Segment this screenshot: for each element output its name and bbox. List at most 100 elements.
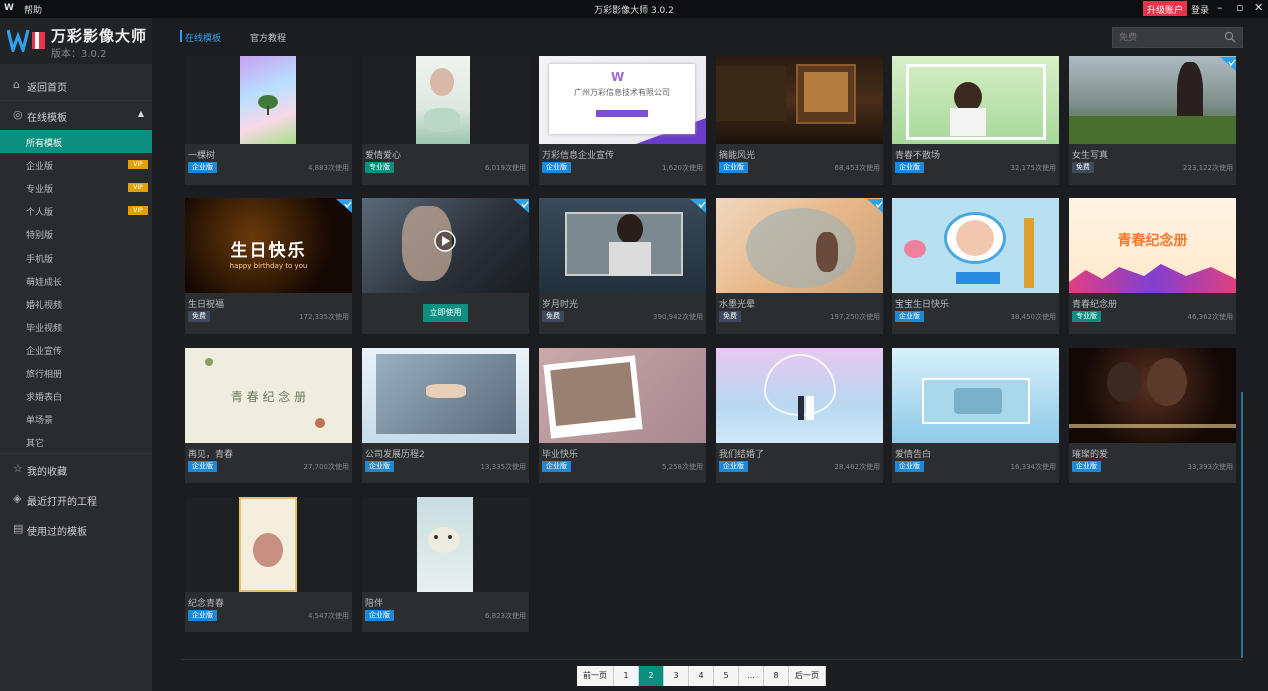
template-thumbnail[interactable]: W 广州万彩信息技术有限公司 [539,56,706,144]
tab-online-templates[interactable]: 在线模板 [185,31,221,44]
prev-page-button[interactable]: 前一页 [577,666,614,686]
usage-count: 1,620次使用 [661,164,703,172]
template-title: 璀璨的爱 [1072,450,1109,460]
thumb-text: 生日快乐 [230,241,307,261]
template-thumbnail[interactable] [539,198,706,293]
template-thumbnail[interactable] [716,348,883,443]
template-thumbnail[interactable]: 青 春 纪 念 册 [185,348,352,443]
template-thumbnail[interactable] [362,497,529,592]
template-card[interactable]: 毕业快乐 企业版 5,258次使用 [539,348,706,483]
use-now-button[interactable]: 立即使用 [423,304,468,322]
sidebar: 万彩影像大师 版本：3.0.2 ⌂ 返回首页 ◎ 在线模板 ▲ ☆ 我的收藏 ◈… [0,18,152,691]
login-button[interactable]: 登录 [1191,3,1209,16]
template-thumbnail[interactable] [1069,56,1236,144]
template-card[interactable]: 爱情爱心 专业版 6,019次使用 [362,56,529,185]
template-card[interactable]: 水墨光晕 免费 197,250次使用 [716,198,883,334]
template-title: 再见，青春 [188,450,234,460]
sidebar-item[interactable]: 求婚表白 [0,384,152,407]
sidebar-item[interactable]: 专业版 VIP [0,176,152,199]
chevron-up-icon[interactable]: ▲ [138,109,144,118]
document-icon: ▤ [13,522,24,535]
template-card[interactable]: 女生写真 免费 223,122次使用 [1069,56,1236,185]
sidebar-item[interactable]: 毕业视频 [0,315,152,338]
template-title: 毕业快乐 [542,450,579,460]
template-thumbnail[interactable] [362,56,529,144]
page-number-button[interactable]: 8 [764,666,789,686]
template-card[interactable]: 璀璨的爱 企业版 33,393次使用 [1069,348,1236,483]
sidebar-item[interactable]: 企业宣传 [0,338,152,361]
template-thumbnail[interactable] [362,198,529,293]
template-thumbnail[interactable] [892,56,1059,144]
scrollbar[interactable] [1241,392,1243,658]
sidebar-recent-projects[interactable]: ◈ 最近打开的工程 [0,487,152,511]
brand-name: 万彩影像大师 [51,27,148,45]
page-number-button[interactable]: 4 [689,666,714,686]
minimize-icon[interactable]: – [1217,1,1223,14]
template-thumbnail[interactable] [185,497,352,592]
search-box[interactable] [1112,27,1243,48]
sidebar-favorites[interactable]: ☆ 我的收藏 [0,457,152,481]
search-icon[interactable] [1224,31,1236,43]
sidebar-home[interactable]: ⌂ 返回首页 [0,73,152,97]
search-input[interactable] [1119,31,1219,45]
template-thumbnail[interactable]: 青春纪念册 [1069,198,1236,293]
next-page-button[interactable]: 后一页 [789,666,826,686]
brand: 万彩影像大师 版本：3.0.2 [0,18,152,64]
template-thumbnail[interactable]: 生日快乐 happy birthday to you [185,198,352,293]
home-icon: ⌂ [13,78,20,91]
sidebar-used-templates[interactable]: ▤ 使用过的模板 [0,517,152,541]
template-card[interactable]: 公司发展历程2 企业版 13,335次使用 [362,348,529,483]
template-card[interactable]: 陪伴 企业版 6,823次使用 [362,497,529,632]
page-number-button[interactable]: ... [739,666,764,686]
template-card[interactable]: 生日快乐 happy birthday to you 生日祝福 免费 172,335次使… [185,198,352,334]
sidebar-item[interactable]: 特别版 [0,222,152,245]
sidebar-item[interactable]: 萌娃成长 [0,269,152,292]
template-thumbnail[interactable] [1069,348,1236,443]
template-card[interactable]: 青 春 纪 念 册再见，青春 企业版 27,700次使用 [185,348,352,483]
template-card[interactable]: 立即使用 [362,198,529,334]
sidebar-item[interactable]: 个人版 VIP [0,199,152,222]
template-card[interactable]: 摘能风光 企业版 68,453次使用 [716,56,883,185]
sidebar-item[interactable]: 企业版 VIP [0,153,152,176]
template-card[interactable]: 一棵树 企业版 4,883次使用 [185,56,352,185]
sidebar-item[interactable]: 旅行相册 [0,361,152,384]
usage-count: 4,883次使用 [307,164,349,172]
template-thumbnail[interactable] [716,56,883,144]
sidebar-item[interactable]: 单场景 [0,407,152,430]
template-thumbnail[interactable] [892,198,1059,293]
restore-icon[interactable]: ▫ [1236,1,1243,14]
page-number-button[interactable]: 5 [714,666,739,686]
template-card[interactable]: 我们结婚了 企业版 28,462次使用 [716,348,883,483]
sidebar-item[interactable]: 手机版 [0,246,152,269]
page-number-button[interactable]: 3 [664,666,689,686]
page-number-button[interactable]: 2 [639,666,664,686]
sidebar-item-label: 个人版 [26,208,54,219]
sidebar-item[interactable]: 所有模板 [0,130,152,153]
upgrade-account-button[interactable]: 升级账户 [1143,1,1188,16]
edition-badge: 企业版 [188,461,217,472]
template-thumbnail[interactable] [362,348,529,443]
template-thumbnail[interactable] [539,348,706,443]
usage-count: 6,823次使用 [484,612,526,620]
template-card[interactable]: 青春不散场 企业版 32,175次使用 [892,56,1059,185]
close-icon[interactable]: ✕ [1254,1,1263,14]
brand-logo-icon [7,29,45,52]
usage-count: 46,362次使用 [1187,313,1234,321]
template-card[interactable]: 纪念青春 企业版 4,547次使用 [185,497,352,632]
template-card[interactable]: 青春纪念册 青春纪念册 专业版 46,362次使用 [1069,198,1236,334]
active-tab-indicator [180,30,182,42]
template-card[interactable]: 爱情告白 企业版 16,334次使用 [892,348,1059,483]
template-card[interactable]: 宝宝生日快乐 企业版 38,450次使用 [892,198,1059,334]
tab-official-tutorial[interactable]: 官方教程 [250,31,286,44]
play-icon[interactable] [434,230,456,252]
sidebar-item[interactable]: 其它 [0,430,152,453]
template-thumbnail[interactable] [716,198,883,293]
template-card[interactable]: 岁月时光 免费 390,942次使用 [539,198,706,334]
sidebar-item[interactable]: 婚礼视频 [0,292,152,315]
template-title: 万彩信息企业宣传 [542,151,615,161]
sidebar-online-templates[interactable]: ◎ 在线模板 ▲ [0,103,152,127]
template-thumbnail[interactable] [185,56,352,144]
template-card[interactable]: W 广州万彩信息技术有限公司 万彩信息企业宣传 企业版 1,620次使用 [539,56,706,185]
template-thumbnail[interactable] [892,348,1059,443]
page-number-button[interactable]: 1 [614,666,639,686]
